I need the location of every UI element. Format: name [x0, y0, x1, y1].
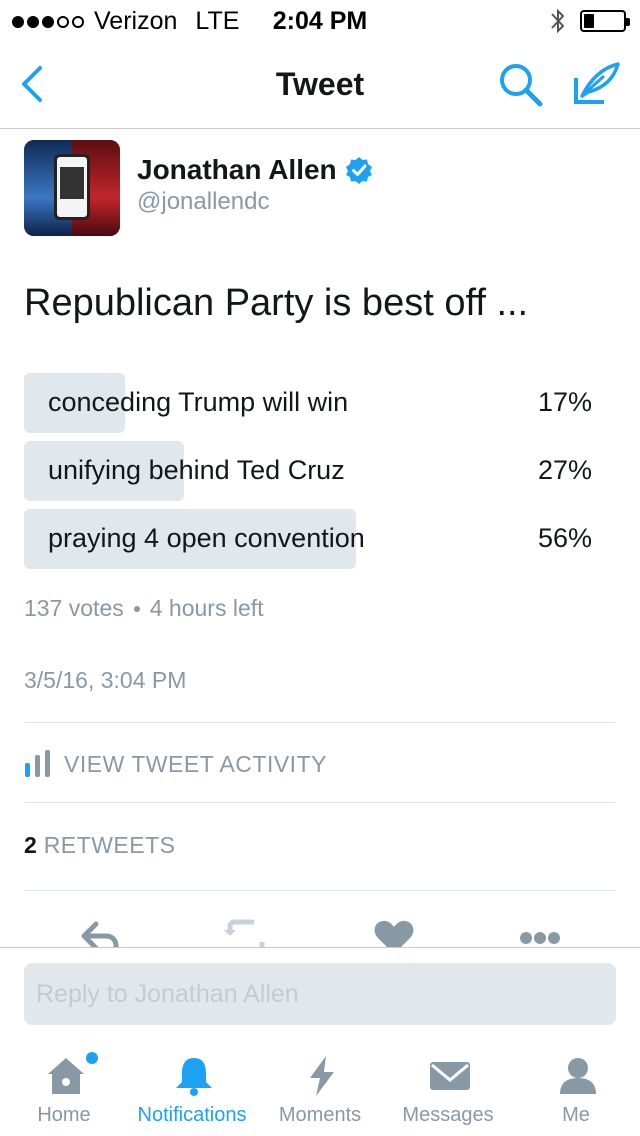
tab-me[interactable]: Me: [512, 1040, 640, 1136]
new-content-dot-icon: [86, 1052, 98, 1064]
divider: [24, 890, 616, 891]
divider: [24, 802, 616, 803]
battery-icon: [580, 10, 630, 32]
author-name-row[interactable]: Jonathan Allen: [137, 154, 373, 186]
poll-meta: 137 votes 4 hours left: [24, 595, 264, 622]
bell-icon: [176, 1058, 212, 1096]
retweets-count: 2: [24, 832, 37, 858]
nav-bar: Tweet: [0, 40, 640, 129]
tweet-timestamp: 3/5/16, 3:04 PM: [24, 667, 187, 693]
view-tweet-activity-button[interactable]: VIEW TWEET ACTIVITY: [24, 742, 327, 786]
reply-icon[interactable]: [78, 916, 122, 947]
tab-messages[interactable]: Messages: [384, 1040, 512, 1136]
poll-votes: 137 votes: [24, 595, 124, 621]
poll-option-label: conceding Trump will win: [48, 387, 349, 417]
poll-option-percent: 56%: [537, 523, 592, 553]
tab-home-label: Home: [37, 1104, 91, 1126]
tab-home[interactable]: Home: [0, 1040, 128, 1136]
poll-option-percent: 27%: [537, 455, 592, 485]
view-tweet-activity-label: VIEW TWEET ACTIVITY: [64, 750, 327, 777]
tab-bar: Home Notifications Moments Messages Me: [0, 1040, 640, 1136]
home-icon: [48, 1058, 84, 1094]
tab-moments-label: Moments: [278, 1104, 362, 1126]
compose-icon[interactable]: [570, 60, 622, 108]
status-bar: Verizon LTE 2:04 PM: [0, 0, 640, 40]
author-name[interactable]: Jonathan Allen: [137, 154, 337, 186]
divider: [24, 722, 616, 723]
tweet-actions: [0, 912, 640, 947]
tab-notifications-label: Notifications: [137, 1104, 247, 1126]
more-icon[interactable]: [518, 916, 562, 947]
retweet-icon[interactable]: [224, 916, 268, 947]
status-time: 2:04 PM: [272, 7, 368, 35]
person-icon: [560, 1058, 596, 1094]
search-icon[interactable]: [496, 60, 548, 108]
tab-moments[interactable]: Moments: [256, 1040, 384, 1136]
avatar[interactable]: [24, 140, 120, 236]
poll-option: praying 4 open convention 56%: [24, 509, 616, 569]
bluetooth-icon: [551, 8, 565, 34]
reply-bar: [0, 947, 640, 1039]
retweets-label: RETWEETS: [43, 832, 176, 858]
tab-notifications[interactable]: Notifications: [128, 1040, 256, 1136]
poll-option-label: praying 4 open convention: [48, 523, 365, 553]
tab-messages-label: Messages: [402, 1104, 494, 1126]
poll-option: conceding Trump will win 17%: [24, 373, 616, 433]
separator-dot-icon: [133, 605, 140, 612]
author-handle[interactable]: @jonallendc: [137, 188, 269, 216]
tab-me-label: Me: [562, 1104, 590, 1126]
tweet-text: Republican Party is best off ...: [24, 282, 529, 324]
bar-chart-icon: [25, 750, 50, 777]
envelope-icon: [430, 1062, 470, 1090]
reply-input[interactable]: [24, 963, 616, 1025]
poll-time-left: 4 hours left: [149, 595, 264, 621]
poll-option-label: unifying behind Ted Cruz: [48, 455, 345, 485]
verified-badge-icon: [345, 157, 372, 184]
retweets-count-link[interactable]: 2 RETWEETS: [24, 832, 175, 859]
poll-option-percent: 17%: [537, 387, 592, 417]
lightning-icon: [310, 1056, 334, 1096]
poll-option: unifying behind Ted Cruz 27%: [24, 441, 616, 501]
heart-icon[interactable]: [372, 916, 416, 947]
